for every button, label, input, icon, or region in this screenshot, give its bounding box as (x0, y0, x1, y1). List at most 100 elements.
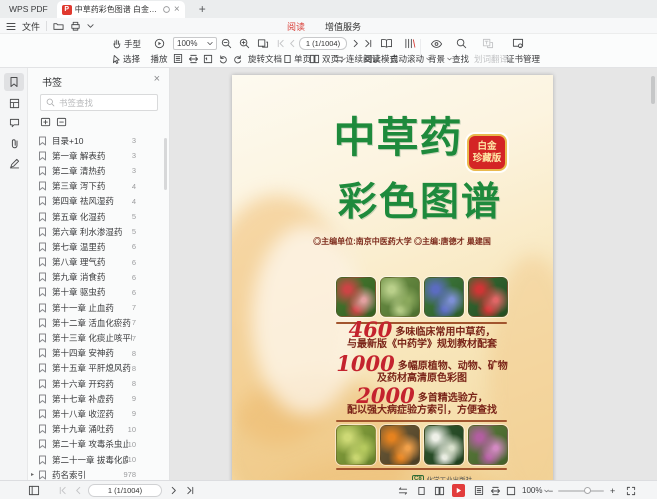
bookmark-item[interactable]: 第八章 理气药6 (28, 255, 166, 270)
certificate-label-button[interactable]: 证书管理 (506, 52, 540, 65)
bookmark-item[interactable]: 第十九章 涌吐药10 (28, 422, 166, 437)
zoom-level-select[interactable]: 100% (522, 484, 549, 497)
last-page-button[interactable] (364, 37, 373, 50)
new-tab-button[interactable]: + (199, 2, 206, 16)
collapse-all-icon[interactable] (56, 117, 68, 128)
zoom-in-button[interactable] (239, 37, 250, 50)
zoom-select[interactable]: 100% (173, 37, 217, 50)
prev-page-button[interactable] (74, 484, 82, 497)
background-label-button[interactable]: 背景 (428, 52, 452, 65)
rotate-right-button[interactable] (233, 52, 243, 65)
play-slideshow-button[interactable] (452, 484, 465, 497)
first-page-button[interactable] (58, 484, 67, 497)
expand-all-icon[interactable] (40, 117, 52, 128)
fit-width-button[interactable] (188, 52, 199, 65)
actual-size-button[interactable] (506, 484, 516, 497)
bookmark-item[interactable]: 第二十一章 拔毒化腐生肌药10 (28, 452, 166, 467)
tab-close-icon[interactable]: × (174, 5, 180, 15)
bookmark-item[interactable]: 第十章 驱虫药6 (28, 285, 166, 300)
tab-value-added-services[interactable]: 增值服务 (324, 18, 362, 35)
fit-page-button[interactable] (173, 52, 183, 65)
bookmark-item[interactable]: 第十七章 补虚药9 (28, 391, 166, 406)
rotate-left-button[interactable] (218, 52, 228, 65)
bookmark-item[interactable]: 第一章 解表药3 (28, 148, 166, 163)
single-page-view-button[interactable] (417, 484, 426, 497)
bookmark-item[interactable]: 第四章 祛风湿药4 (28, 194, 166, 209)
zoom-slider[interactable] (558, 490, 604, 492)
bookmark-item[interactable]: 第七章 温里药6 (28, 239, 166, 254)
file-menu[interactable]: 文件 (22, 20, 40, 33)
next-page-button[interactable] (352, 37, 360, 50)
bookmark-item[interactable]: 第六章 利水渗湿药5 (28, 224, 166, 239)
translate-button[interactable] (482, 37, 494, 50)
zoom-slider-thumb[interactable] (584, 487, 591, 494)
fit-width-button[interactable] (490, 484, 501, 497)
bookmark-item[interactable]: 目录+103 (28, 133, 166, 148)
attachments-panel-button[interactable] (4, 134, 24, 152)
rotate-document-button[interactable]: 旋转文档 (248, 52, 282, 65)
comments-panel-button[interactable] (4, 114, 24, 132)
panel-scrollbar[interactable] (164, 138, 167, 190)
bookmark-item[interactable]: 第十八章 收涩药9 (28, 406, 166, 421)
snapshot-button[interactable] (257, 37, 269, 50)
bookmark-search-box[interactable] (40, 94, 158, 111)
bookmark-item[interactable]: 第十六章 开窍药8 (28, 376, 166, 391)
document-scrollbar[interactable] (651, 76, 655, 104)
single-page-button[interactable]: 单页 (283, 52, 311, 65)
app-name: WPS PDF (0, 4, 57, 18)
read-mode-button[interactable] (380, 37, 393, 50)
select-tool-button[interactable]: 选择 (112, 52, 140, 65)
prev-page-button[interactable] (288, 37, 296, 50)
double-page-view-button[interactable] (434, 484, 445, 497)
bookmark-item[interactable]: 第十五章 平肝熄风药8 (28, 361, 166, 376)
zoom-in-button[interactable]: + (610, 484, 615, 497)
certificate-button[interactable] (512, 37, 524, 50)
signature-panel-button[interactable] (4, 154, 24, 172)
zoom-out-button[interactable] (221, 37, 232, 50)
fullscreen-button[interactable] (626, 484, 636, 497)
bookmark-item[interactable]: 第十三章 化痰止咳平喘药7 (28, 330, 166, 345)
first-page-button[interactable] (276, 37, 285, 50)
find-button[interactable] (456, 37, 467, 50)
bookmark-item[interactable]: 第五章 化湿药5 (28, 209, 166, 224)
tab-sync-icon[interactable] (162, 5, 171, 14)
bookmark-item[interactable]: 第十二章 活血化瘀药7 (28, 315, 166, 330)
bookmark-item[interactable]: 第三章 泻下药4 (28, 179, 166, 194)
hand-tool-button[interactable]: 手型 (112, 37, 141, 50)
actual-size-button[interactable] (203, 52, 213, 65)
find-label-button[interactable]: 查找 (452, 52, 469, 65)
panel-close-icon[interactable]: × (154, 73, 160, 85)
document-area[interactable]: 中草药 彩色图谱 白金 珍藏版 ◎主编单位:南京中医药大学 ◎主编:唐德才 巢建… (170, 68, 657, 480)
next-page-button[interactable] (170, 484, 178, 497)
sidebar-toggle-button[interactable] (28, 484, 40, 497)
page-number-input[interactable] (299, 37, 347, 50)
zoom-out-button[interactable]: − (548, 484, 553, 497)
auto-scroll-label-button[interactable]: 自动滚动 (390, 52, 431, 65)
hamburger-menu-icon[interactable] (6, 22, 16, 31)
open-folder-icon[interactable] (53, 21, 64, 31)
print-icon[interactable] (70, 21, 81, 31)
bookmark-item[interactable]: 第二十章 攻毒杀虫止痒药10 (28, 437, 166, 452)
bookmarks-panel-button[interactable] (4, 73, 24, 91)
background-button[interactable] (430, 37, 443, 50)
bookmark-expand-arrow[interactable]: ▸ (31, 471, 38, 478)
bookmark-icon (38, 455, 47, 465)
last-page-button[interactable] (186, 484, 195, 497)
continuous-read-button[interactable] (398, 484, 408, 497)
auto-scroll-button[interactable] (404, 37, 416, 50)
play-button[interactable] (146, 37, 172, 50)
bookmark-search-input[interactable] (59, 98, 144, 108)
play-label[interactable]: 播放 (146, 52, 172, 65)
thumbnails-panel-button[interactable] (4, 94, 24, 112)
bookmark-item[interactable]: 第九章 消食药6 (28, 270, 166, 285)
bookmark-item[interactable]: 第十四章 安神药8 (28, 346, 166, 361)
chevron-down-icon[interactable] (87, 23, 94, 29)
fit-page-button[interactable] (474, 484, 484, 497)
bookmark-item[interactable]: 第十一章 止血药7 (28, 300, 166, 315)
divider (46, 21, 47, 31)
bookmark-item[interactable]: 第二章 清热药3 (28, 163, 166, 178)
pdf-page-cover[interactable]: 中草药 彩色图谱 白金 珍藏版 ◎主编单位:南京中医药大学 ◎主编:唐德才 巢建… (232, 75, 553, 480)
document-tab[interactable]: P 中草药彩色图谱 白金珍藏版 × (57, 1, 185, 18)
tab-reading[interactable]: 阅读 (286, 18, 306, 35)
page-number-input[interactable] (88, 484, 162, 497)
